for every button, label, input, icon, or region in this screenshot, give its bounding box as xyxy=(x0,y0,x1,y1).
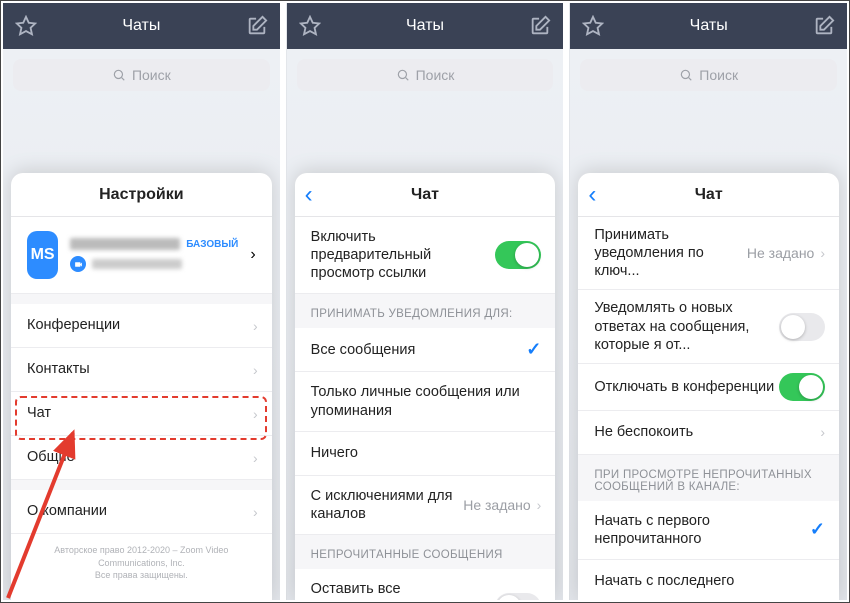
row-keyword-notifs[interactable]: Принимать уведомления по ключ... Не зада… xyxy=(578,217,839,290)
screen-settings-list: Чаты Поиск Настройки MS БАЗОВЫЙ xyxy=(3,3,280,600)
toggle-keep-unread-top[interactable] xyxy=(495,593,541,600)
chevron-right-icon: › xyxy=(253,406,258,422)
avatar: MS xyxy=(27,231,58,279)
settings-sheet: Настройки MS БАЗОВЫЙ › xyxy=(11,173,272,600)
copyright: Авторское право 2012-2020 – Zoom Video C… xyxy=(11,534,272,594)
row-mute-in-meeting[interactable]: Отключать в конференции xyxy=(578,364,839,411)
profile-email xyxy=(92,259,182,269)
sheet-title: Чат xyxy=(411,186,439,204)
sheet-header: Настройки xyxy=(11,173,272,217)
chevron-right-icon: › xyxy=(253,450,258,466)
toggle-mute-in-meeting[interactable] xyxy=(779,373,825,401)
option-first-unread[interactable]: Начать с первого непрочитанного✓ xyxy=(578,501,839,560)
chat-settings-sheet: ‹ Чат Включить предварительный просмотр … xyxy=(295,173,556,600)
screen-chat-settings-2: Чаты Поиск ‹ Чат Принимать уведомления п… xyxy=(569,3,847,600)
navbar: Чаты xyxy=(3,3,280,49)
option-latest[interactable]: Начать с последнего xyxy=(578,560,839,600)
navbar-title: Чаты xyxy=(604,17,813,35)
plan-badge: БАЗОВЫЙ xyxy=(186,239,238,250)
navbar: Чаты xyxy=(570,3,847,49)
camera-icon xyxy=(70,256,86,272)
sheet-title: Чат xyxy=(695,186,723,204)
nav-item-about[interactable]: О компании› xyxy=(11,490,272,534)
search-input[interactable]: Поиск xyxy=(297,59,554,91)
search-input[interactable]: Поиск xyxy=(13,59,270,91)
chevron-right-icon: › xyxy=(253,362,258,378)
navbar-title: Чаты xyxy=(37,17,246,35)
profile-name xyxy=(70,238,180,250)
check-icon: ✓ xyxy=(810,519,825,540)
row-channel-exceptions[interactable]: С исключениями для каналов Не задано › xyxy=(295,476,556,535)
navbar-title: Чаты xyxy=(321,17,530,35)
back-button[interactable]: ‹ xyxy=(305,183,313,207)
chevron-right-icon: › xyxy=(253,318,258,334)
option-dm-mentions[interactable]: Только личные сообщения или упоминания xyxy=(295,372,556,431)
row-reply-notifs[interactable]: Уведомлять о новых ответах на сообщения,… xyxy=(578,290,839,363)
nav-item-chat[interactable]: Чат› xyxy=(11,392,272,436)
compose-icon[interactable] xyxy=(246,15,268,37)
option-all-messages[interactable]: Все сообщения✓ xyxy=(295,328,556,372)
star-icon[interactable] xyxy=(299,15,321,37)
nav-item-conferences[interactable]: Конференции› xyxy=(11,304,272,348)
nav-item-general[interactable]: Общие› xyxy=(11,436,272,480)
section-unread: Непрочитанные сообщения xyxy=(295,535,556,569)
sheet-header: ‹ Чат xyxy=(578,173,839,217)
chevron-right-icon: › xyxy=(250,246,255,264)
row-keep-unread-top[interactable]: Оставить все непрочитанные сообщения све… xyxy=(295,569,556,600)
toggle-link-preview[interactable] xyxy=(495,241,541,269)
sheet-title: Настройки xyxy=(99,186,183,204)
chevron-right-icon: › xyxy=(253,504,258,520)
nav-item-contacts[interactable]: Контакты› xyxy=(11,348,272,392)
screen-chat-settings-1: Чаты Поиск ‹ Чат Включить предварительны… xyxy=(286,3,564,600)
section-unread-view: При просмотре непрочитанных сообщений в … xyxy=(578,455,839,501)
row-dnd[interactable]: Не беспокоить › xyxy=(578,411,839,455)
compose-icon[interactable] xyxy=(529,15,551,37)
chevron-right-icon: › xyxy=(820,245,825,261)
search-icon xyxy=(679,68,693,82)
chevron-right-icon: › xyxy=(820,424,825,440)
chat-settings-sheet: ‹ Чат Принимать уведомления по ключ... Н… xyxy=(578,173,839,600)
star-icon[interactable] xyxy=(582,15,604,37)
sheet-header: ‹ Чат xyxy=(295,173,556,217)
compose-icon[interactable] xyxy=(813,15,835,37)
chevron-right-icon: › xyxy=(537,497,542,513)
navbar: Чаты xyxy=(287,3,564,49)
back-button[interactable]: ‹ xyxy=(588,183,596,207)
section-notifications: Принимать уведомления для: xyxy=(295,294,556,328)
row-link-preview[interactable]: Включить предварительный просмотр ссылки xyxy=(295,217,556,294)
option-nothing[interactable]: Ничего xyxy=(295,432,556,476)
toggle-reply-notifs[interactable] xyxy=(779,313,825,341)
profile-row[interactable]: MS БАЗОВЫЙ › xyxy=(11,217,272,294)
search-icon xyxy=(396,68,410,82)
search-icon xyxy=(112,68,126,82)
star-icon[interactable] xyxy=(15,15,37,37)
check-icon: ✓ xyxy=(526,339,541,360)
search-input[interactable]: Поиск xyxy=(580,59,837,91)
